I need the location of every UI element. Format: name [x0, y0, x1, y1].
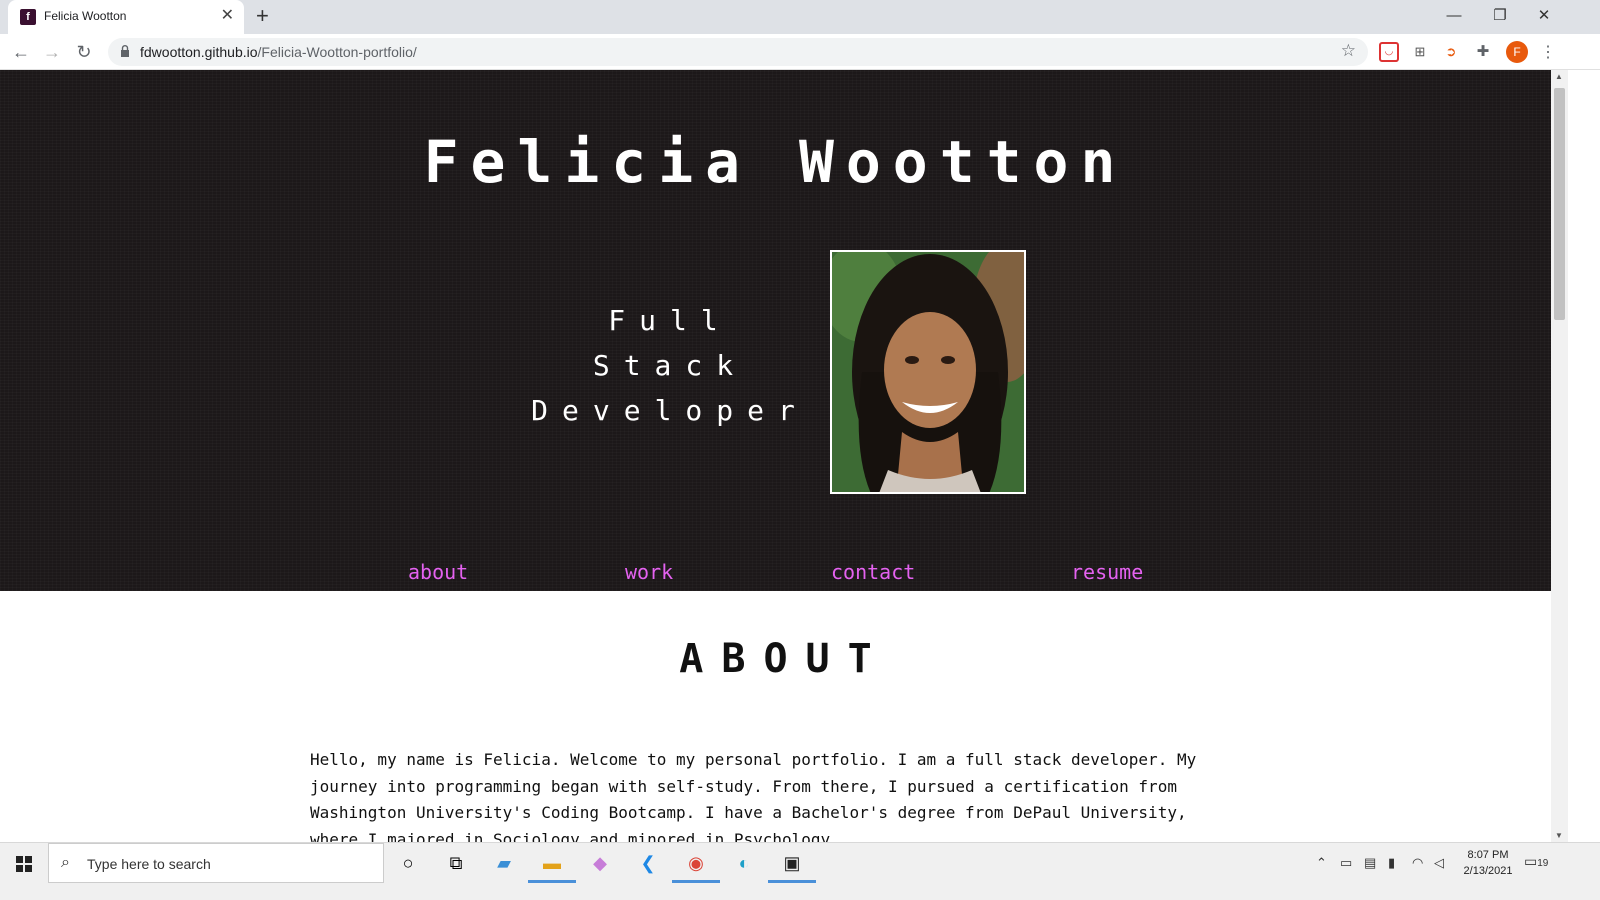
vertical-scrollbar[interactable]: ▲ ▼: [1551, 70, 1568, 842]
back-icon[interactable]: ←: [9, 40, 33, 64]
nav-link-work[interactable]: work: [625, 560, 673, 584]
lock-icon: [121, 45, 129, 57]
extensions-puzzle-icon[interactable]: ✚: [1473, 42, 1493, 62]
nav-link-resume[interactable]: resume: [1071, 560, 1143, 584]
notes-app-icon[interactable]: ▰: [480, 843, 528, 883]
show-hidden-icons-icon[interactable]: ⌃: [1316, 855, 1327, 871]
url-text: fdwootton.github.io/Felicia-Wootton-port…: [140, 44, 417, 60]
pocket-extension-icon[interactable]: ◡: [1379, 42, 1399, 62]
url-path: /Felicia-Wootton-portfolio/: [257, 44, 417, 60]
browser-toolbar: ← → ↻ fdwootton.github.io/Felicia-Wootto…: [0, 34, 1600, 70]
window-edge: [1568, 70, 1600, 842]
search-placeholder: Type here to search: [87, 856, 211, 872]
scroll-down-arrow-icon[interactable]: ▼: [1555, 831, 1563, 840]
nav-link-about[interactable]: about: [408, 560, 468, 584]
battery-icon[interactable]: ▮: [1388, 855, 1395, 871]
url-host: fdwootton.github.io: [140, 44, 258, 60]
new-tab-icon[interactable]: +: [256, 4, 269, 28]
reload-icon[interactable]: ↻: [72, 40, 96, 64]
tagline: Full Stack Developer: [520, 298, 820, 433]
about-paragraph: Hello, my name is Felicia. Welcome to my…: [310, 747, 1240, 842]
about-line: journey into programming began with self…: [310, 776, 1177, 796]
tagline-line: Stack: [592, 349, 748, 382]
profile-avatar[interactable]: F: [1506, 41, 1528, 63]
close-tab-icon[interactable]: ✕: [221, 7, 234, 25]
browser-tab[interactable]: f Felicia Wootton ✕: [8, 0, 244, 34]
hero-section: Felicia Wootton Full Stack Developer abo…: [0, 70, 1551, 591]
main-nav: about work contact resume: [0, 560, 1551, 590]
scroll-thumb[interactable]: [1554, 88, 1565, 320]
terminal-icon[interactable]: ▣: [768, 843, 816, 883]
profile-photo: [830, 250, 1026, 494]
clock-time: 8:07 PM: [1467, 849, 1509, 861]
tab-favicon-icon: f: [20, 9, 36, 25]
minimize-icon[interactable]: —: [1432, 4, 1476, 28]
tagline-line: Developer: [531, 394, 809, 427]
search-icon: ⌕: [61, 854, 70, 871]
page-viewport: Felicia Wootton Full Stack Developer abo…: [0, 70, 1551, 842]
file-explorer-icon[interactable]: ▬: [528, 843, 576, 883]
task-view-icon[interactable]: ⧉: [432, 843, 480, 883]
close-window-icon[interactable]: ✕: [1522, 4, 1566, 28]
notification-count: 19: [1537, 858, 1549, 869]
system-clock[interactable]: 8:07 PM 2/13/2021: [1450, 847, 1526, 879]
about-heading: ABOUT: [679, 636, 890, 682]
menu-kebab-icon[interactable]: ⋮: [1540, 42, 1556, 62]
windows-taskbar: ⌕ Type here to search ○ ⧉ ▰ ▬ ◆ ❮ ◉ ◐ ▣ …: [0, 842, 1600, 900]
meeting-icon[interactable]: ▭: [1340, 855, 1352, 871]
volume-icon[interactable]: ◁: [1434, 855, 1444, 871]
forward-icon[interactable]: →: [40, 40, 64, 64]
windows-start-icon[interactable]: [0, 843, 48, 883]
wifi-icon[interactable]: ◠: [1412, 855, 1423, 871]
security-icon[interactable]: ▤: [1364, 855, 1376, 871]
portrait-illustration: [832, 252, 1024, 492]
cortana-icon[interactable]: ○: [384, 843, 432, 883]
edge-icon[interactable]: ◐: [720, 843, 768, 883]
notification-center-icon[interactable]: ▭19: [1524, 853, 1552, 875]
redirect-extension-icon[interactable]: ➲: [1441, 42, 1461, 62]
chrome-icon[interactable]: ◉: [672, 843, 720, 883]
bookmark-star-icon[interactable]: ☆: [1341, 41, 1356, 61]
scroll-up-arrow-icon[interactable]: ▲: [1555, 72, 1563, 81]
address-bar[interactable]: fdwootton.github.io/Felicia-Wootton-port…: [108, 38, 1368, 66]
nav-link-contact[interactable]: contact: [831, 560, 915, 584]
tab-strip: f Felicia Wootton ✕ + — ❐ ✕: [0, 0, 1600, 34]
about-line: Hello, my name is Felicia. Welcome to my…: [310, 750, 1197, 769]
restore-icon[interactable]: ❐: [1478, 4, 1522, 28]
about-line: where I majored in Sociology and minored…: [310, 829, 840, 843]
hero-name: Felicia Wootton: [423, 128, 1128, 196]
tagline-line: Full: [608, 304, 732, 337]
taskbar-search-input[interactable]: ⌕ Type here to search: [48, 843, 384, 883]
vscode-icon[interactable]: ❮: [624, 843, 672, 883]
tab-title: Felicia Wootton: [44, 9, 127, 23]
clock-date: 2/13/2021: [1463, 865, 1513, 877]
git-app-icon[interactable]: ◆: [576, 843, 624, 883]
grid-extension-icon[interactable]: ⊞: [1410, 42, 1430, 62]
about-line: Washington University's Coding Bootcamp.…: [310, 803, 1187, 822]
